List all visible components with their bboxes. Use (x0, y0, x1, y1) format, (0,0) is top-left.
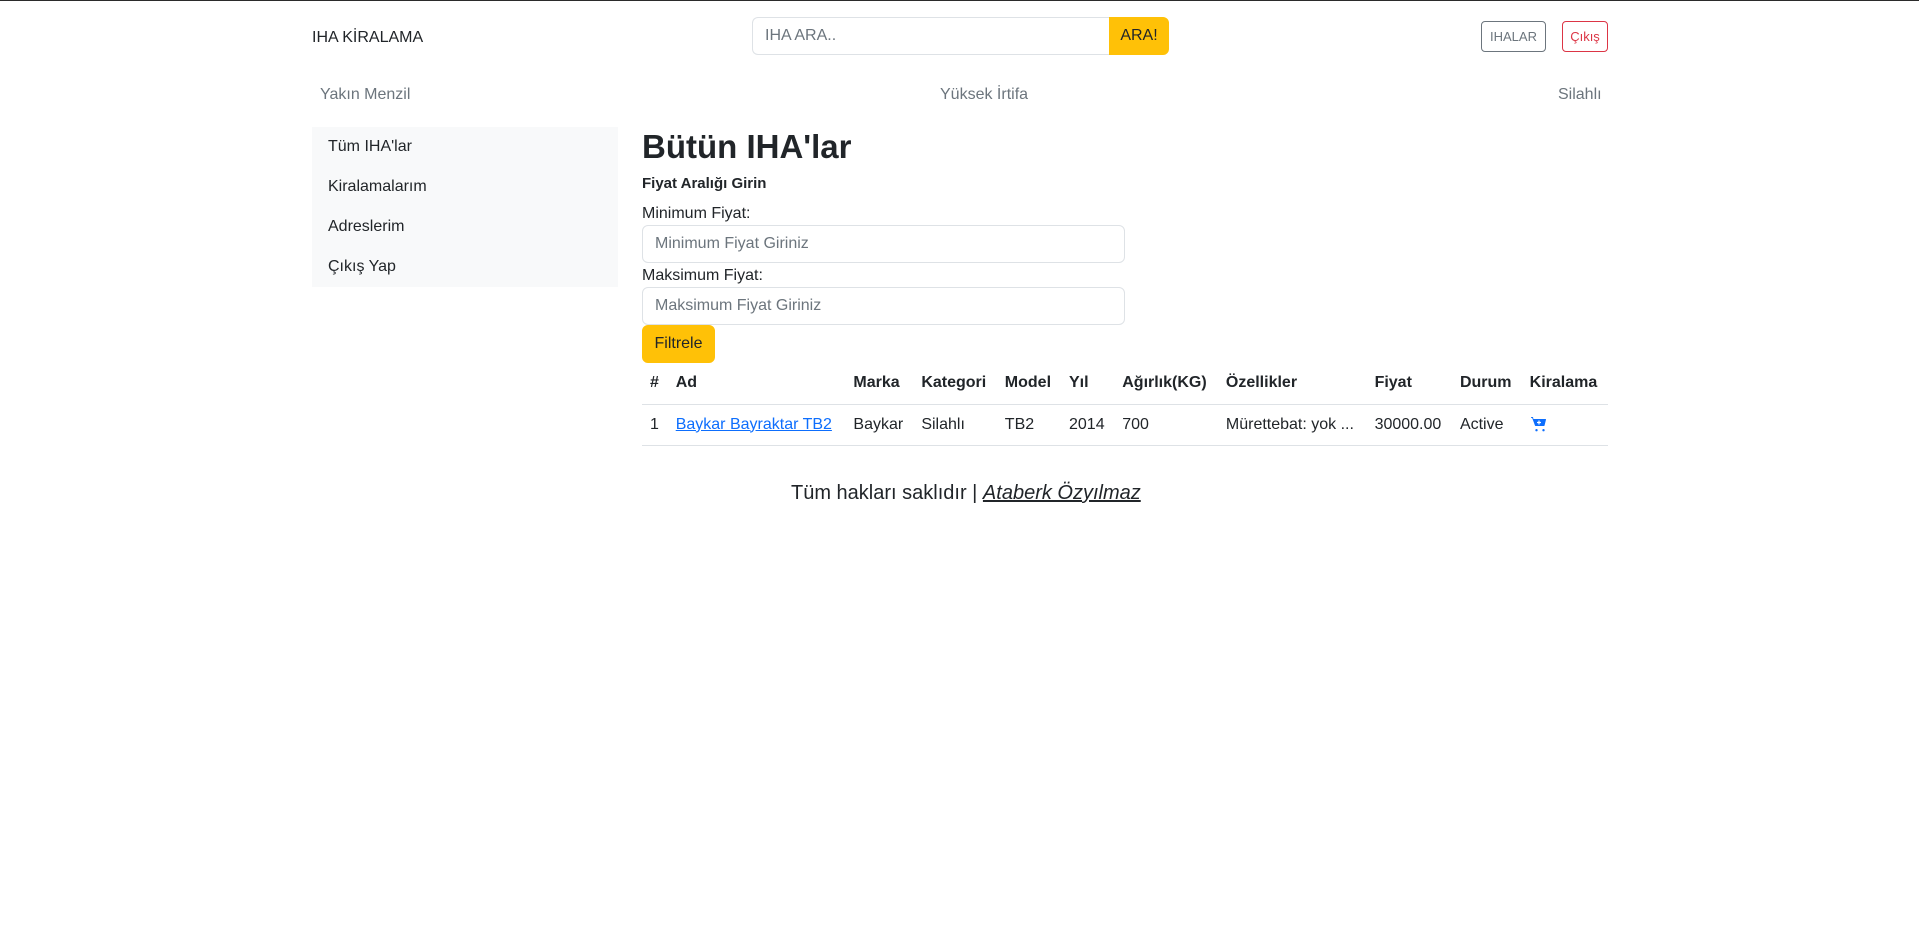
col-header-model: Model (996, 362, 1061, 405)
sidebar-item-all-uavs[interactable]: Tüm IHA'lar (312, 127, 618, 167)
footer-text: Tüm hakları saklıdır | (791, 482, 983, 504)
min-price-label: Minimum Fiyat: (642, 205, 751, 222)
page-title: Bütün IHA'lar (642, 128, 852, 165)
max-price-label: Maksimum Fiyat: (642, 267, 763, 284)
col-header-no: # (642, 362, 668, 405)
max-price-input[interactable] (642, 287, 1125, 325)
ihalar-button[interactable]: IHALAR (1481, 21, 1546, 52)
cell-features: Mürettebat: yok ... (1217, 404, 1367, 446)
cell-brand: Baykar (845, 404, 914, 446)
sidebar-item-rentals[interactable]: Kiralamalarım (312, 167, 618, 207)
cell-category: Silahlı (913, 404, 997, 446)
col-header-rent: Kiralama (1521, 362, 1608, 405)
cart-plus-icon (1530, 417, 1546, 432)
min-price-input[interactable] (642, 225, 1125, 263)
search-bar: ARA! (752, 17, 1169, 55)
sidebar-item-addresses[interactable]: Adreslerim (312, 207, 618, 247)
sidebar: Tüm IHA'lar Kiralamalarım Adreslerim Çık… (312, 127, 618, 287)
cell-rent (1521, 404, 1608, 446)
cell-no: 1 (642, 404, 668, 446)
filter-button[interactable]: Filtrele (642, 325, 715, 363)
search-input[interactable] (752, 17, 1109, 55)
cell-price: 30000.00 (1366, 404, 1452, 446)
col-header-year: Yıl (1061, 362, 1115, 405)
search-button[interactable]: ARA! (1109, 17, 1169, 55)
uav-table: # Ad Marka Kategori Model Yıl Ağırlık(KG… (642, 362, 1608, 446)
category-link-yakin-menzil[interactable]: Yakın Menzil (320, 86, 410, 104)
footer: Tüm hakları saklıdır | Ataberk Özyılmaz (791, 482, 1141, 505)
footer-author-link[interactable]: Ataberk Özyılmaz (983, 482, 1141, 504)
brand-link[interactable]: IHA KİRALAMA (312, 29, 423, 47)
col-header-name: Ad (667, 362, 846, 405)
rent-button[interactable] (1530, 416, 1548, 433)
category-link-yuksek-irtifa[interactable]: Yüksek İrtifa (940, 86, 1028, 104)
col-header-features: Özellikler (1217, 362, 1367, 405)
table-row: 1 Baykar Bayraktar TB2 Baykar Silahlı TB… (642, 404, 1608, 446)
window-top-border (0, 0, 1919, 1)
cell-year: 2014 (1061, 404, 1115, 446)
col-header-weight: Ağırlık(KG) (1114, 362, 1218, 405)
cell-status: Active (1451, 404, 1522, 446)
filter-heading: Fiyat Aralığı Girin (642, 175, 767, 192)
cell-model: TB2 (996, 404, 1061, 446)
col-header-brand: Marka (845, 362, 914, 405)
logout-button[interactable]: Çıkış (1562, 21, 1608, 52)
cell-weight: 700 (1114, 404, 1218, 446)
col-header-status: Durum (1451, 362, 1522, 405)
category-link-silahli[interactable]: Silahlı (1558, 86, 1602, 104)
col-header-price: Fiyat (1366, 362, 1452, 405)
uav-detail-link[interactable]: Baykar Bayraktar TB2 (676, 416, 832, 433)
cell-name: Baykar Bayraktar TB2 (667, 404, 846, 446)
col-header-category: Kategori (913, 362, 997, 405)
sidebar-item-logout[interactable]: Çıkış Yap (312, 247, 618, 287)
table-header-row: # Ad Marka Kategori Model Yıl Ağırlık(KG… (642, 362, 1608, 405)
